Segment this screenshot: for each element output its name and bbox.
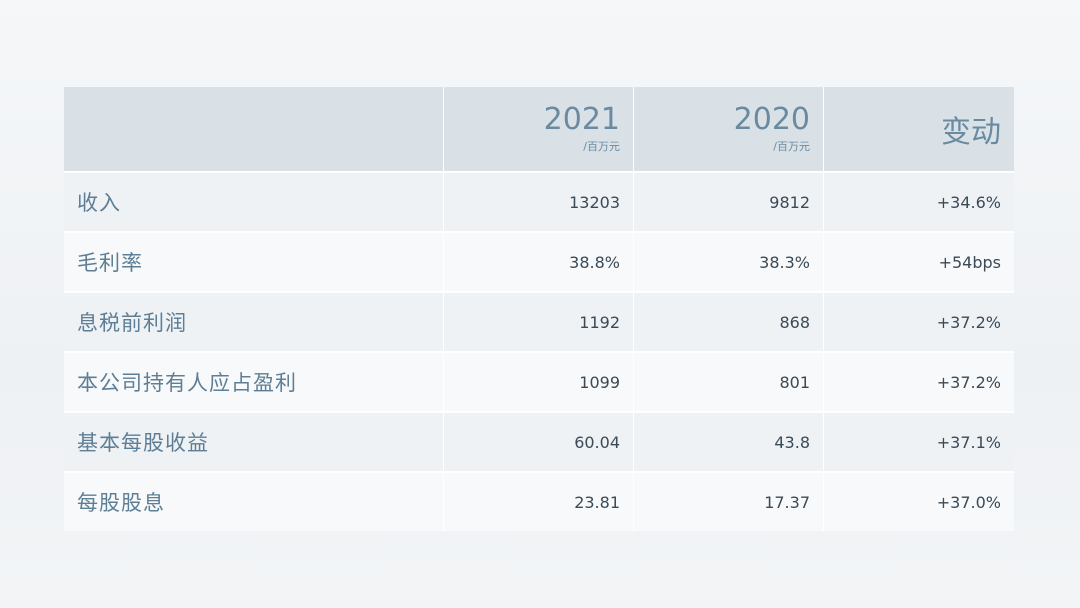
header-year-2021: 2021	[543, 102, 620, 137]
value-2020: 9812	[769, 192, 810, 212]
header-2021-cell: 2021 /百万元	[444, 87, 634, 171]
value-2021: 38.8%	[569, 252, 620, 272]
value-2020: 801	[779, 372, 810, 392]
value-2020: 17.37	[764, 492, 810, 512]
value-change: +37.2%	[936, 312, 1001, 332]
row-label: 每股股息	[77, 491, 165, 515]
header-2020-cell: 2020 /百万元	[634, 87, 824, 171]
value-2021: 1099	[579, 372, 620, 392]
value-change: +37.2%	[936, 372, 1001, 392]
row-label: 收入	[77, 191, 121, 215]
table-row: 收入 13203 9812 +34.6%	[64, 171, 1014, 231]
header-change-title: 变动	[941, 115, 1001, 150]
value-2020: 38.3%	[759, 252, 810, 272]
value-2021: 23.81	[574, 492, 620, 512]
table-header-row: 2021 /百万元 2020 /百万元 变动	[64, 87, 1014, 171]
header-unit-2020: /百万元	[773, 140, 810, 153]
row-label: 毛利率	[77, 251, 143, 275]
table-row: 每股股息 23.81 17.37 +37.0%	[64, 471, 1014, 531]
value-2021: 13203	[569, 192, 620, 212]
header-year-2020: 2020	[733, 102, 810, 137]
value-change: +37.0%	[936, 492, 1001, 512]
row-label: 本公司持有人应占盈利	[77, 371, 297, 395]
header-change-cell: 变动	[824, 87, 1014, 171]
value-change: +54bps	[938, 252, 1001, 272]
header-empty-cell	[64, 87, 444, 171]
row-label: 息税前利润	[77, 311, 187, 335]
value-change: +34.6%	[936, 192, 1001, 212]
table-row: 本公司持有人应占盈利 1099 801 +37.2%	[64, 351, 1014, 411]
value-2021: 60.04	[574, 432, 620, 452]
table-row: 基本每股收益 60.04 43.8 +37.1%	[64, 411, 1014, 471]
header-unit-2021: /百万元	[583, 140, 620, 153]
row-label: 基本每股收益	[77, 431, 209, 455]
value-change: +37.1%	[936, 432, 1001, 452]
financial-summary-table: 2021 /百万元 2020 /百万元 变动 收入 13203 9812 +34…	[64, 87, 1014, 531]
value-2021: 1192	[579, 312, 620, 332]
table-row: 毛利率 38.8% 38.3% +54bps	[64, 231, 1014, 291]
value-2020: 868	[779, 312, 810, 332]
table-row: 息税前利润 1192 868 +37.2%	[64, 291, 1014, 351]
value-2020: 43.8	[774, 432, 810, 452]
